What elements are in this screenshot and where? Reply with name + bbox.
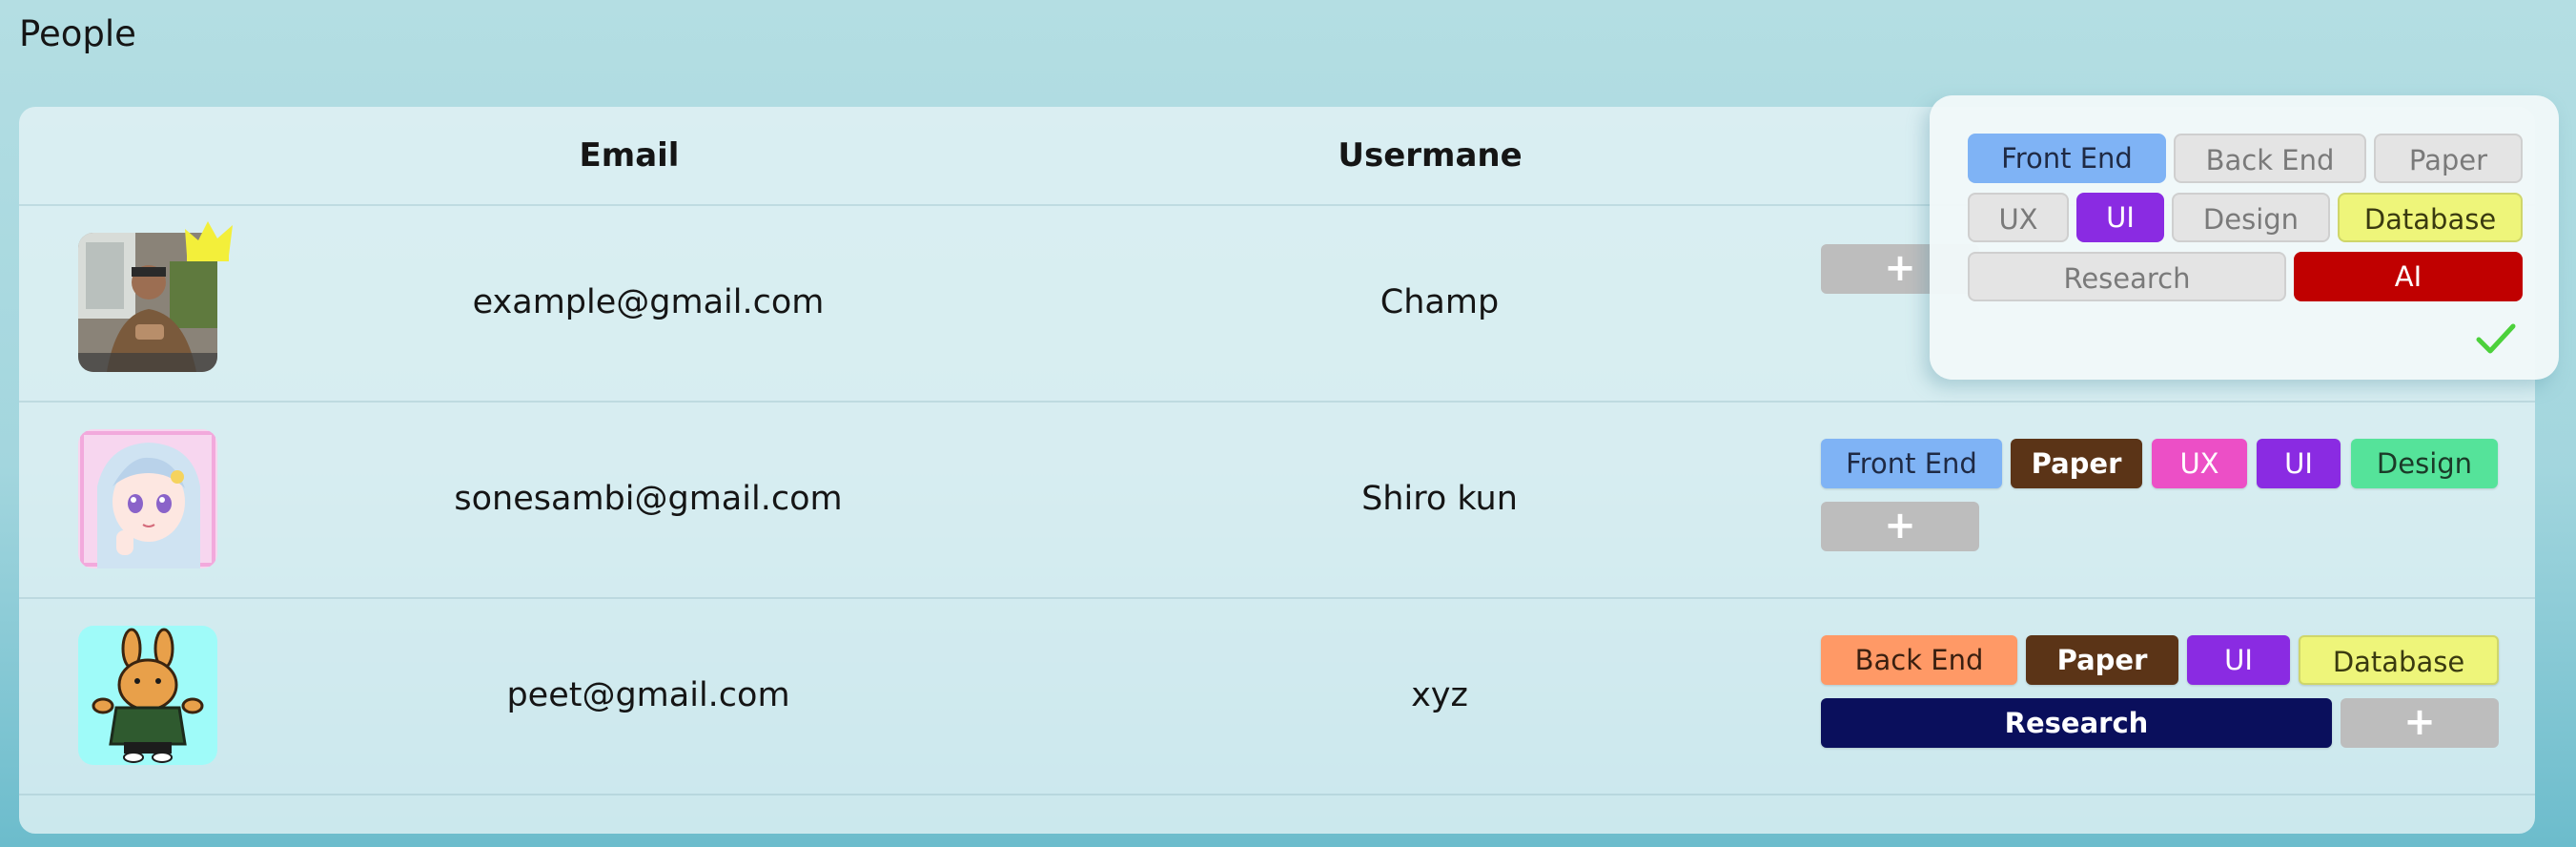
tag-ui[interactable]: UI <box>2187 635 2290 685</box>
username-column-header: Usermane <box>1338 136 1523 175</box>
picker-option-front-end[interactable]: Front End <box>1968 134 2166 183</box>
email-cell: example@gmail.com <box>472 283 825 321</box>
email-column-header: Email <box>579 136 680 175</box>
picker-option-database[interactable]: Database <box>2338 193 2523 242</box>
tag-picker-popup: Front End Back End Paper UX UI Design Da… <box>1930 95 2559 380</box>
username-cell: Champ <box>1380 283 1500 321</box>
picker-option-design[interactable]: Design <box>2172 193 2330 242</box>
tag-design[interactable]: Design <box>2351 439 2498 488</box>
email-cell: sonesambi@gmail.com <box>454 480 843 518</box>
avatar <box>78 429 217 568</box>
picker-option-ux[interactable]: UX <box>1968 193 2069 242</box>
picker-option-back-end[interactable]: Back End <box>2174 134 2366 183</box>
picker-option-paper[interactable]: Paper <box>2374 134 2523 183</box>
picker-option-research[interactable]: Research <box>1968 252 2286 301</box>
page-title: People <box>19 13 136 54</box>
add-tag-button[interactable]: + <box>2341 698 2499 748</box>
tag-ui[interactable]: UI <box>2257 439 2341 488</box>
tag-back-end[interactable]: Back End <box>1821 635 2017 685</box>
anime-girl-avatar <box>78 429 217 568</box>
username-cell: Shiro kun <box>1361 480 1518 518</box>
table-row: sonesambi@gmail.com Shiro kun Front End … <box>19 401 2535 599</box>
tag-ux[interactable]: UX <box>2152 439 2247 488</box>
table-row: peet@gmail.com xyz Back End Paper UI Dat… <box>19 597 2535 795</box>
tag-paper[interactable]: Paper <box>2026 635 2178 685</box>
avatar <box>78 626 217 765</box>
tag-research[interactable]: Research <box>1821 698 2332 748</box>
checkmark-icon[interactable] <box>2475 320 2517 359</box>
add-tag-button[interactable]: + <box>1821 502 1979 551</box>
email-cell: peet@gmail.com <box>506 676 790 714</box>
picker-option-ai[interactable]: AI <box>2294 252 2523 301</box>
tag-front-end[interactable]: Front End <box>1821 439 2002 488</box>
tag-paper[interactable]: Paper <box>2011 439 2142 488</box>
crown-icon <box>185 221 233 261</box>
rabbit-mascot-avatar <box>78 626 217 765</box>
tag-database[interactable]: Database <box>2299 635 2499 685</box>
username-cell: xyz <box>1411 676 1468 714</box>
picker-option-ui[interactable]: UI <box>2076 193 2164 242</box>
